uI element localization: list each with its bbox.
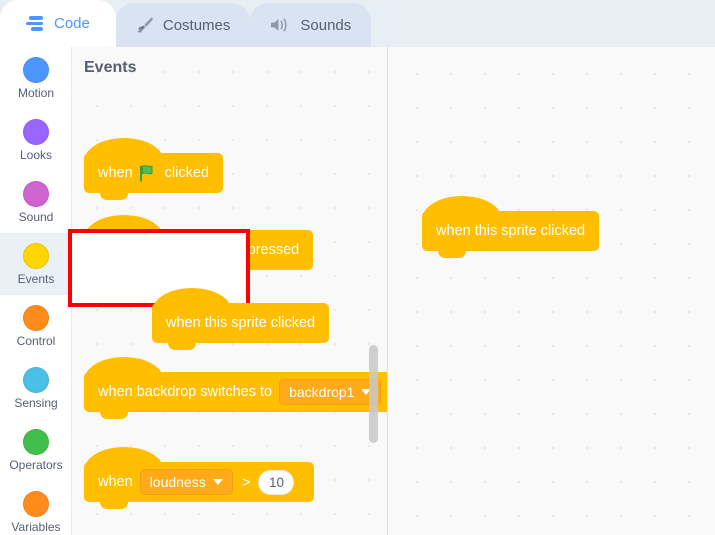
palette-category-heading: Events	[84, 59, 137, 76]
code-icon	[26, 16, 45, 31]
motion-color-dot	[23, 56, 49, 83]
sidebar-item-sound[interactable]: Sound	[0, 171, 71, 233]
sidebar-item-label: Looks	[19, 147, 53, 162]
sensing-color-dot	[23, 366, 49, 393]
block-text-pre: when	[98, 165, 133, 181]
sound-color-dot	[23, 180, 49, 207]
palette-block-when-loudness-greater[interactable]: when loudness > 10	[84, 447, 315, 509]
sidebar-item-motion[interactable]: Motion	[0, 47, 71, 109]
operators-color-dot	[23, 428, 49, 455]
sidebar-item-events[interactable]: Events	[0, 233, 71, 295]
backdrop-dropdown-value: backdrop1	[289, 384, 355, 400]
tab-code-label: Code	[54, 15, 90, 32]
block-text-post: clicked	[164, 165, 209, 181]
green-flag-icon	[139, 164, 159, 183]
sidebar-item-label: Variables	[11, 519, 61, 534]
loudness-dropdown-value: loudness	[149, 474, 206, 490]
canvas-dot-grid	[388, 47, 715, 535]
looks-color-dot	[23, 118, 49, 145]
sidebar-item-control[interactable]: Control	[0, 295, 71, 357]
loudness-dropdown[interactable]: loudness	[139, 469, 233, 495]
palette-block-when-backdrop-switches[interactable]: when backdrop switches to backdrop1	[84, 357, 387, 419]
block-text-pre: when backdrop switches to	[98, 384, 273, 400]
sidebar-item-label: Events	[17, 271, 55, 286]
tab-sounds[interactable]: Sounds	[250, 3, 372, 47]
sidebar-item-label: Motion	[17, 85, 55, 100]
palette-block-when-sprite-clicked[interactable]: when this sprite clicked	[152, 288, 330, 350]
sidebar-item-label: Operators	[9, 457, 63, 472]
palette-scrollbar-thumb[interactable]	[369, 345, 378, 443]
block-text-pre: when this sprite clicked	[436, 223, 586, 239]
sidebar-item-sensing[interactable]: Sensing	[0, 357, 71, 419]
chevron-down-icon	[212, 479, 223, 485]
tab-sounds-label: Sounds	[300, 16, 352, 34]
editor-tab-bar: Code Costumes Sounds	[0, 0, 715, 47]
script-canvas[interactable]: when this sprite clicked	[388, 47, 715, 535]
palette-canvas-divider	[387, 47, 388, 535]
tab-code[interactable]: Code	[0, 0, 116, 47]
block-text-pre: when	[98, 474, 133, 490]
backdrop-dropdown[interactable]: backdrop1	[279, 379, 382, 405]
sidebar-item-label: Sound	[18, 209, 54, 224]
palette-block-when-flag-clicked[interactable]: when clicked	[84, 138, 223, 200]
threshold-input[interactable]: 10	[258, 469, 295, 495]
sidebar-item-operators[interactable]: Operators	[0, 419, 71, 481]
events-color-dot	[23, 242, 49, 269]
brush-icon	[136, 17, 154, 34]
tab-costumes-label: Costumes	[162, 16, 231, 34]
block-text-pre: when this sprite clicked	[166, 315, 316, 331]
sidebar-item-looks[interactable]: Looks	[0, 109, 71, 171]
control-color-dot	[23, 304, 49, 331]
tab-costumes[interactable]: Costumes	[115, 3, 251, 47]
block-category-rail: Motion Looks Sound Events Control Sensin…	[0, 47, 72, 535]
speaker-icon	[270, 17, 291, 33]
canvas-block-when-sprite-clicked[interactable]: when this sprite clicked	[422, 196, 600, 258]
annotation-highlight-box	[68, 229, 250, 307]
variables-color-dot	[23, 490, 49, 517]
sidebar-item-label: Control	[16, 333, 56, 348]
sidebar-item-variables[interactable]: Variables	[0, 481, 71, 535]
comparison-operator: >	[241, 473, 251, 491]
sidebar-item-label: Sensing	[14, 395, 58, 410]
